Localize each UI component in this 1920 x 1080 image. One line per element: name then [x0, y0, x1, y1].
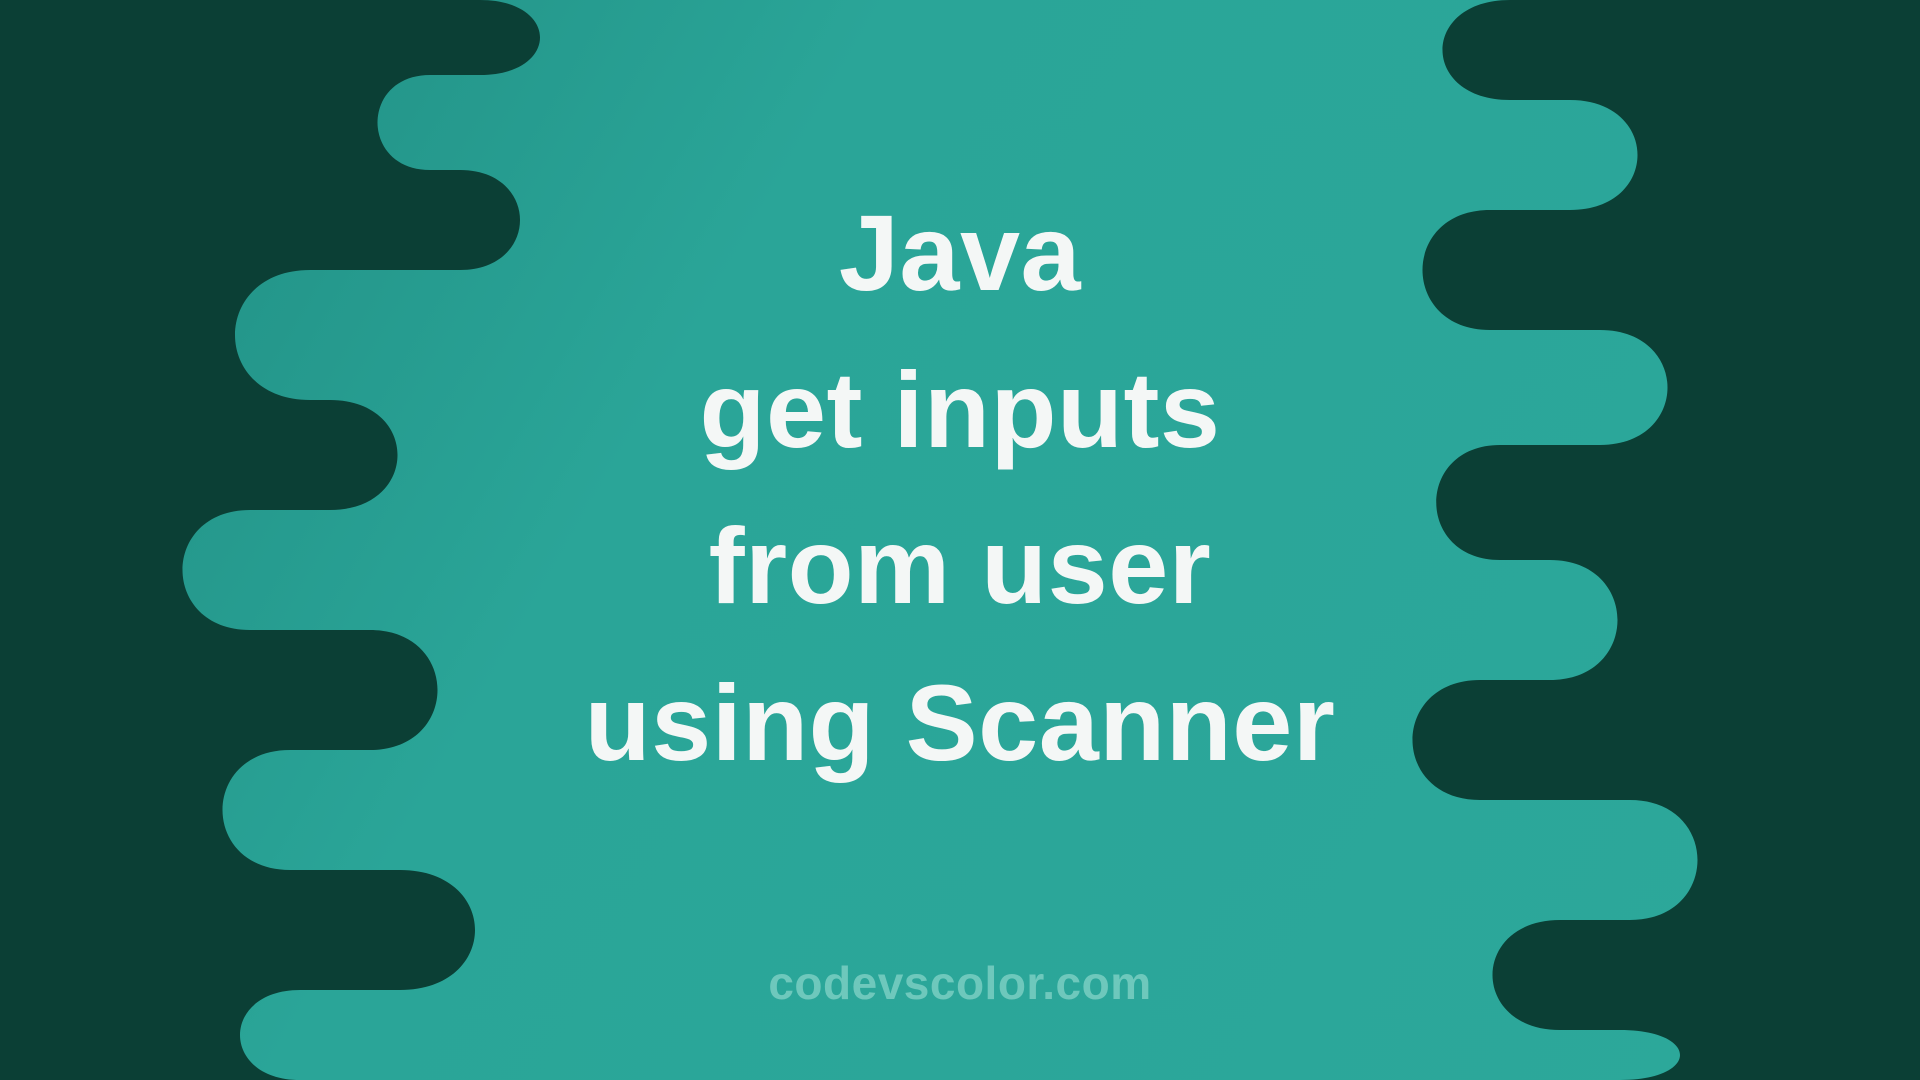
- banner-canvas: Java get inputs from user using Scanner …: [0, 0, 1920, 1080]
- attribution-text: codevscolor.com: [0, 956, 1920, 1010]
- title-line-2: get inputs: [0, 332, 1920, 489]
- title-line-4: using Scanner: [0, 645, 1920, 802]
- title-line-3: from user: [0, 488, 1920, 645]
- title-line-1: Java: [0, 175, 1920, 332]
- banner-title: Java get inputs from user using Scanner: [0, 175, 1920, 801]
